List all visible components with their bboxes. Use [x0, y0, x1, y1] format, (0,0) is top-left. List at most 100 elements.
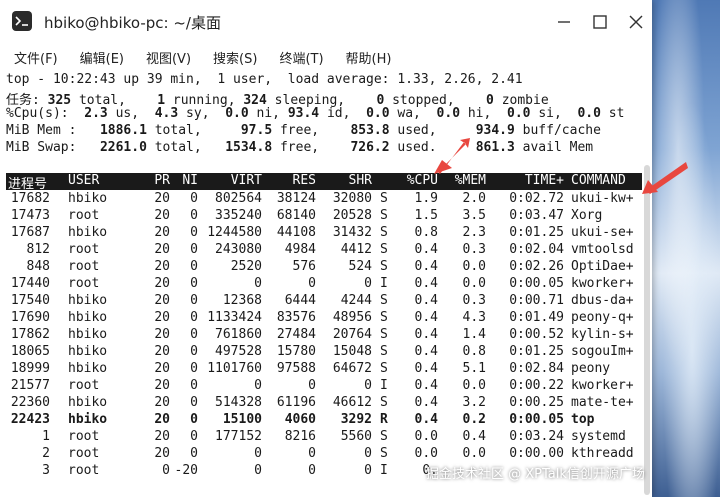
menu-view[interactable]: 视图(V): [144, 46, 193, 69]
process-s: S: [380, 259, 388, 274]
process-user: root: [68, 276, 100, 291]
process-s: S: [380, 429, 388, 444]
process-pr: 20: [154, 259, 170, 274]
process-row: 17473 root 20 0 335240 68140 20528 S 1.5 3.5 0:03.…: [6, 208, 642, 225]
process-shr: 524: [348, 259, 372, 274]
process-time: 0:03.47: [509, 208, 564, 223]
annotation-arrow-command-icon: [642, 162, 688, 194]
process-cpu: 0.4: [414, 242, 438, 257]
process-pr: 20: [154, 378, 170, 393]
process-mem: 0.0: [462, 378, 486, 393]
process-s: S: [380, 242, 388, 257]
maximize-button[interactable]: [588, 10, 612, 34]
menu-bar: 文件(F) 编辑(E) 视图(V) 搜索(S) 终端(T) 帮助(H): [0, 44, 652, 70]
process-virt: 12368: [222, 293, 262, 308]
process-row: 1 root 20 0 177152 8216 5560 S 0.0 0.4 0:03.24 syst…: [6, 429, 642, 446]
process-user: hbiko: [68, 293, 108, 308]
menu-search[interactable]: 搜索(S): [211, 46, 259, 69]
process-row: 18999 hbiko 20 0 1101760 97588 64672 S 0.4 5.1 0:0…: [6, 361, 642, 378]
process-time: 0:00.25: [509, 395, 564, 410]
process-res: 15780: [276, 344, 316, 359]
minimize-button[interactable]: [552, 10, 576, 34]
process-time: 0:00.52: [509, 327, 564, 342]
process-pid: 848: [26, 259, 50, 274]
col-command[interactable]: COMMAND: [571, 173, 626, 188]
col-pid[interactable]: 进程号: [8, 173, 47, 192]
process-virt: 1101760: [207, 361, 262, 376]
cpu-line: %Cpu(s): 2.3 us, 4.3 sy, 0.0 ni, 93.4 id…: [6, 106, 625, 121]
process-cmd: top: [571, 412, 595, 427]
process-mem: 0.0: [462, 446, 486, 461]
process-ni: 0: [190, 378, 198, 393]
process-pr: 20: [154, 225, 170, 240]
process-cpu: 0.0: [414, 429, 438, 444]
process-cpu: 0.4: [414, 276, 438, 291]
process-shr: 48956: [332, 310, 372, 325]
process-res: 44108: [276, 225, 316, 240]
process-s: S: [380, 225, 388, 240]
col-time[interactable]: TIME+: [486, 173, 564, 188]
process-virt: 761860: [215, 327, 262, 342]
process-user: hbiko: [68, 327, 108, 342]
col-res[interactable]: RES: [262, 173, 316, 188]
process-res: 8216: [284, 429, 316, 444]
process-s: S: [380, 208, 388, 223]
process-time: 0:02.04: [509, 242, 564, 257]
process-user: hbiko: [68, 191, 108, 206]
process-pr: 20: [154, 395, 170, 410]
menu-file[interactable]: 文件(F): [12, 46, 60, 69]
menu-help[interactable]: 帮助(H): [344, 46, 394, 69]
process-user: root: [68, 446, 100, 461]
process-row: 17540 hbiko 20 0 12368 6444 4244 S 0.4 0.3 0:00.71…: [6, 293, 642, 310]
process-mem: 2.3: [462, 225, 486, 240]
process-ni: 0: [190, 446, 198, 461]
vertical-scrollbar[interactable]: [644, 165, 650, 495]
process-s: S: [380, 310, 388, 325]
process-time: 0:02.84: [509, 361, 564, 376]
process-ni: 0: [190, 191, 198, 206]
col-pr[interactable]: PR: [138, 173, 170, 188]
window-title: hbiko@hbiko-pc: ~/桌面: [44, 14, 221, 32]
process-shr: 46612: [332, 395, 372, 410]
process-ni: 0: [190, 276, 198, 291]
process-row: 2 root 20 0 0 0 0 S 0.0 0.0 0:00.00 kthreadd: [6, 446, 642, 463]
process-shr: 31432: [332, 225, 372, 240]
process-mem: 1.4: [462, 327, 486, 342]
process-s: S: [380, 191, 388, 206]
title-bar[interactable]: hbiko@hbiko-pc: ~/桌面: [0, 0, 652, 42]
process-res: 576: [292, 259, 316, 274]
process-cmd: ukui-se+: [571, 225, 634, 240]
process-time: 0:02.72: [509, 191, 564, 206]
process-s: I: [380, 378, 388, 393]
process-shr: 0: [364, 446, 372, 461]
menu-edit[interactable]: 编辑(E): [78, 46, 126, 69]
process-cmd: kylin-s+: [571, 327, 634, 342]
process-pid: 18065: [10, 344, 50, 359]
process-shr: 64672: [332, 361, 372, 376]
col-user[interactable]: USER: [68, 173, 99, 188]
process-res: 97588: [276, 361, 316, 376]
process-pid: 17682: [10, 191, 50, 206]
col-shr[interactable]: SHR: [316, 173, 372, 188]
process-cpu: 0.4: [414, 412, 438, 427]
process-shr: 20764: [332, 327, 372, 342]
process-cpu: 0.0: [414, 446, 438, 461]
process-s: S: [380, 361, 388, 376]
process-pid: 21577: [10, 378, 50, 393]
process-cpu: 0.8: [414, 225, 438, 240]
process-cmd: Xorg: [571, 208, 603, 223]
process-pr: 20: [154, 361, 170, 376]
process-user: hbiko: [68, 395, 108, 410]
process-shr: 15048: [332, 344, 372, 359]
terminal-output[interactable]: top - 10:22:43 up 39 min, 1 user, load a…: [0, 70, 652, 497]
col-virt[interactable]: VIRT: [198, 173, 262, 188]
process-row: 21577 root 20 0 0 0 0 I 0.4 0.0 0:00.22 kworker+: [6, 378, 642, 395]
process-row: 22423 hbiko 20 0 15100 4060 3292 R 0.4 0.2 0:00.05…: [6, 412, 642, 429]
process-pid: 17440: [10, 276, 50, 291]
process-row: 22360 hbiko 20 0 514328 61196 46612 S 0.4 3.2 0:00…: [6, 395, 642, 412]
col-ni[interactable]: NI: [170, 173, 198, 188]
close-button[interactable]: [624, 10, 648, 34]
process-cmd: kthreadd: [571, 446, 634, 461]
process-s: S: [380, 446, 388, 461]
menu-terminal[interactable]: 终端(T): [277, 46, 325, 69]
